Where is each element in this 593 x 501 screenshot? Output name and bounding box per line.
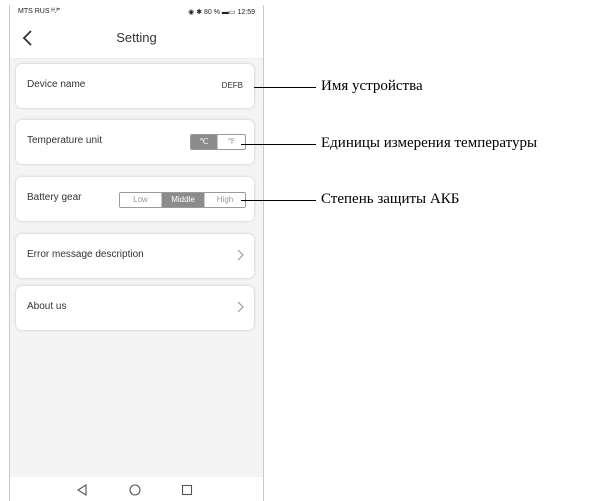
battery-gear-high-option[interactable]: High bbox=[205, 193, 245, 207]
error-message-label: Error message description bbox=[27, 249, 144, 260]
battery-gear-middle-option[interactable]: Middle bbox=[162, 193, 205, 207]
battery-gear-label: Battery gear bbox=[27, 192, 82, 203]
temperature-unit-callout-line bbox=[241, 144, 316, 145]
circle-home-icon[interactable] bbox=[128, 483, 142, 497]
temperature-unit-row: Temperature unit ℃ ℉ bbox=[16, 120, 254, 164]
temperature-unit-toggle: ℃ ℉ bbox=[190, 134, 246, 150]
battery-gear-low-option[interactable]: Low bbox=[120, 193, 162, 207]
triangle-back-icon[interactable] bbox=[75, 483, 89, 497]
about-us-label: About us bbox=[27, 301, 67, 312]
about-us-row[interactable]: About us bbox=[16, 286, 254, 330]
header-bar: Setting bbox=[10, 18, 263, 59]
page-title: Setting bbox=[116, 30, 157, 45]
system-nav-bar bbox=[10, 477, 263, 501]
battery-gear-callout-line bbox=[241, 200, 316, 201]
battery-gear-row: Battery gear Low Middle High bbox=[16, 177, 254, 221]
battery-gear-selector: Low Middle High bbox=[119, 192, 246, 208]
status-bar: MTS RUS ᴴ.ᴵ‴ ◉ ✱ 80 % ▬▭ 12:59 bbox=[10, 5, 263, 18]
temperature-unit-callout: Единицы измерения температуры bbox=[321, 135, 538, 151]
status-right-info: ◉ ✱ 80 % ▬▭ 12:59 bbox=[188, 9, 255, 16]
square-recent-icon[interactable] bbox=[180, 483, 194, 497]
device-name-row[interactable]: Device name DEFB bbox=[16, 64, 254, 108]
error-message-row[interactable]: Error message description bbox=[16, 234, 254, 278]
temperature-unit-label: Temperature unit bbox=[27, 135, 103, 146]
battery-gear-callout: Степень защиты АКБ bbox=[321, 191, 460, 207]
chevron-right-icon bbox=[237, 249, 244, 261]
status-carrier: MTS RUS ᴴ.ᴵ‴ bbox=[18, 8, 61, 15]
device-name-value: DEFB bbox=[221, 81, 243, 90]
device-name-callout: Имя устройства bbox=[321, 78, 423, 94]
temperature-celsius-option[interactable]: ℃ bbox=[191, 135, 218, 149]
chevron-right-icon bbox=[237, 301, 244, 313]
device-name-label: Device name bbox=[27, 79, 86, 90]
temperature-fahrenheit-option[interactable]: ℉ bbox=[218, 135, 245, 149]
phone-screen: MTS RUS ᴴ.ᴵ‴ ◉ ✱ 80 % ▬▭ 12:59 Setting D… bbox=[9, 5, 264, 501]
device-name-callout-line bbox=[254, 87, 316, 88]
